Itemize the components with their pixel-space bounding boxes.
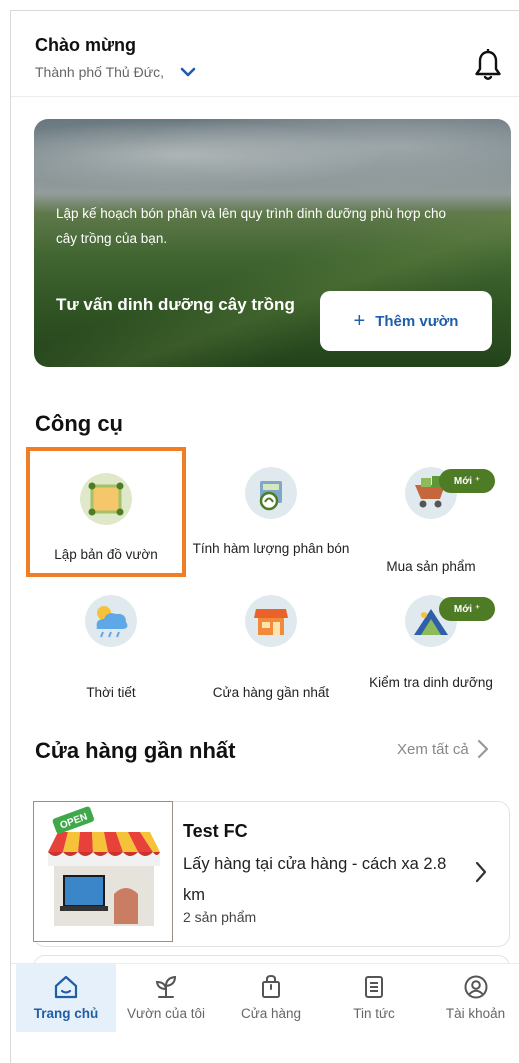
- map-icon: [80, 473, 132, 525]
- plant-icon: [155, 975, 177, 998]
- chevron-down-icon: [180, 67, 196, 77]
- add-garden-label: Thêm vườn: [375, 312, 459, 330]
- header: Chào mừng Thành phố Thủ Đức,: [11, 11, 519, 97]
- storefront-illustration: OPEN: [48, 806, 160, 926]
- nav-label: Vườn của tôi: [127, 1006, 205, 1021]
- banner-description: Lập kế hoạch bón phân và lên quy trình d…: [56, 206, 447, 246]
- tool-buy-products[interactable]: Mới ⁺ Mua sản phẩm: [351, 467, 511, 597]
- account-icon: [464, 975, 487, 999]
- tool-label: Kiểm tra dinh dưỡng: [369, 675, 493, 690]
- store-icon: [245, 595, 297, 647]
- tool-fertilizer-calc[interactable]: Tính hàm lượng phân bón: [191, 467, 351, 597]
- banner-title: Tư vấn dinh dưỡng cây trồng: [56, 295, 295, 314]
- tool-nutrition-check[interactable]: Mới ⁺ Kiểm tra dinh dưỡng: [351, 595, 511, 725]
- tool-label: Tính hàm lượng phân bón: [192, 541, 350, 556]
- location-text: Thành phố Thủ Đức,: [35, 64, 164, 80]
- weather-icon: [85, 595, 137, 647]
- nav-label: Trang chủ: [33, 1006, 99, 1021]
- tool-label: Lập bản đồ vườn: [54, 547, 158, 562]
- fertilizer-calc-icon: [245, 467, 297, 519]
- app-screen: Chào mừng Thành phố Thủ Đức, Lập kế hoạc…: [10, 10, 519, 1063]
- store-product-count: 2 sản phẩm: [183, 909, 257, 925]
- tools-title: Công cụ: [35, 411, 123, 436]
- plus-icon: +: [353, 310, 366, 332]
- home-icon: [54, 975, 78, 999]
- tool-weather[interactable]: Thời tiết: [31, 595, 191, 725]
- nav-store[interactable]: Cửa hàng: [226, 964, 316, 1032]
- store-image: OPEN: [33, 801, 173, 942]
- shopping-bag-icon: [262, 974, 280, 998]
- new-badge: Mới ⁺: [439, 597, 495, 621]
- see-all-link[interactable]: Xem tất cả: [397, 739, 489, 759]
- nav-label: Tin tức: [353, 1006, 395, 1021]
- tool-label: Cửa hàng gần nhất: [212, 685, 330, 700]
- nav-news[interactable]: Tin tức: [329, 964, 419, 1032]
- tool-nearest-store[interactable]: Cửa hàng gần nhất: [191, 595, 351, 725]
- tool-label: Mua sản phẩm: [386, 559, 476, 574]
- store-name: Test FC: [183, 821, 248, 841]
- bottom-nav: Trang chủ Vườn của tôi Cửa hàng Tin tức …: [11, 963, 519, 1032]
- tool-garden-map[interactable]: Lập bản đồ vườn: [26, 447, 186, 577]
- store-description: Lấy hàng tại cửa hàng - cách xa 2.8 km: [183, 855, 447, 904]
- new-badge: Mới ⁺: [439, 469, 495, 493]
- chevron-right-icon: [477, 739, 488, 759]
- nav-home[interactable]: Trang chủ: [16, 964, 116, 1032]
- location-selector[interactable]: Thành phố Thủ Đức,: [35, 64, 196, 80]
- nav-label: Tài khoản: [445, 1006, 506, 1021]
- news-icon: [365, 976, 383, 998]
- nav-my-garden[interactable]: Vườn của tôi: [116, 964, 216, 1032]
- greeting: Chào mừng: [35, 35, 137, 55]
- nav-account[interactable]: Tài khoản: [431, 964, 519, 1032]
- nav-label: Cửa hàng: [240, 1006, 302, 1021]
- add-garden-button[interactable]: + Thêm vườn: [320, 291, 492, 351]
- nutrition-banner: Lập kế hoạch bón phân và lên quy trình d…: [34, 119, 511, 367]
- chevron-right-icon[interactable]: [475, 861, 487, 883]
- tool-label: Thời tiết: [86, 685, 136, 700]
- nearby-stores-title: Cửa hàng gần nhất: [35, 738, 236, 763]
- bell-icon[interactable]: [473, 49, 503, 83]
- see-all-label: Xem tất cả: [397, 740, 469, 758]
